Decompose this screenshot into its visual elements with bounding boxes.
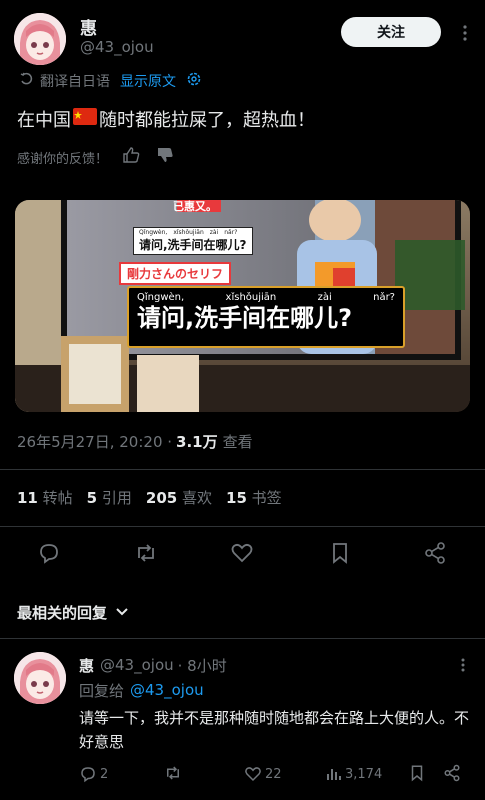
view-label: 查看 [222,432,253,451]
post-text-part2: 随时都能拉屎了，超热血！ [99,110,315,131]
post-date[interactable]: 26年5月27日, 20:20 · [17,431,172,452]
engagement-stats: 11 转帖 5 引用 205 喜欢 15 书签 [17,486,282,508]
chevron-down-icon [115,603,129,621]
feedback-label: 感谢你的反馈！ [17,151,109,167]
settings-gear-icon[interactable] [186,71,202,91]
caption-text: 请问,洗手间在哪儿? [137,304,353,332]
post-image[interactable]: 已惠又。 Qǐngwèn, xǐshǒujiān zài nǎr? 请问,洗手间… [15,200,470,412]
follow-button[interactable]: 关注 [341,17,441,47]
reply-text: 请等一下，我并不是那种随时随地都会在路上大便的人。不好意思 [79,709,470,751]
thumbs-down-icon[interactable] [156,147,174,167]
like-icon [245,767,261,782]
reply-like-count: 22 [265,766,282,782]
reply-to-prefix: 回复给 [79,681,125,700]
reply-bookmark-icon[interactable] [409,764,425,786]
pinyin-4: nǎr? [373,292,395,303]
author-name[interactable]: 惠 [80,14,97,39]
stat-bookmarks-label: 书签 [251,488,282,507]
stat-reposts-num: 11 [17,488,38,507]
translate-icon [20,72,34,90]
reply-to-line: 回复给 @43_ojou [79,680,204,700]
bookmark-icon[interactable] [330,541,350,569]
reply-avatar[interactable] [14,652,66,704]
stat-quotes-num: 5 [86,488,98,507]
stat-likes-num: 205 [145,488,178,507]
small-pinyin-2: xǐshǒujiān [173,229,204,236]
reply-author-handle[interactable]: @43_ojou [100,656,174,674]
reply-header: 惠 @43_ojou · 8小时 [79,654,227,676]
reply-action-like[interactable]: 22 [244,764,282,784]
speaker-tag: 剛力さんのセリフ [119,262,232,285]
small-caption: 请问,洗手间在哪儿? [139,238,247,252]
reply-action-reply[interactable]: 2 [79,764,108,784]
reply-sort-label: 最相关的回复 [17,603,108,622]
post-meta: 26年5月27日, 20:20 · 3.1万 查看 [17,430,253,452]
show-original-link[interactable]: 显示原文 [120,71,176,91]
reply-sort-dropdown[interactable]: 最相关的回复 [17,601,129,623]
like-icon[interactable] [230,541,254,569]
stat-bookmarks[interactable]: 15 书签 [226,487,282,508]
author-handle[interactable]: @43_ojou [80,38,154,56]
repost-icon[interactable] [133,541,159,569]
thumbs-up-icon[interactable] [122,147,140,167]
stat-likes-label: 喜欢 [182,488,213,507]
small-pinyin-3: zài [209,229,219,236]
avatar[interactable] [14,13,66,65]
stat-quotes[interactable]: 5 引用 [87,487,132,508]
divider [0,638,485,639]
divider [0,526,485,527]
small-pinyin-4: nǎr? [224,229,238,236]
reply-to-handle[interactable]: @43_ojou [130,681,204,699]
stat-bookmarks-num: 15 [226,488,247,507]
reply-view-count: 3,174 [345,766,383,782]
stat-reposts[interactable]: 11 转帖 [17,487,73,508]
pinyin-1: Qǐngwèn, [137,292,185,303]
small-caption-box: Qǐngwèn, xǐshǒujiān zài nǎr? 请问,洗手间在哪儿? [133,227,253,255]
share-icon[interactable] [423,541,447,569]
divider [0,469,485,470]
china-flag-icon [73,108,97,130]
more-options-icon[interactable] [458,24,472,42]
reply-icon [81,767,95,783]
reply-author-name[interactable]: 惠 [79,655,94,676]
reply-more-icon[interactable] [458,657,468,677]
small-pinyin-1: Qǐngwèn, [139,229,168,236]
translated-label: 翻译自日语 [40,74,110,90]
reply-share-icon[interactable] [443,764,461,786]
post-text-part1: 在中国 [17,110,71,131]
tv-banner: 已惠又。 [173,200,217,213]
reply-time[interactable]: · 8小时 [178,655,227,676]
reply-icon[interactable] [37,541,61,569]
stat-likes[interactable]: 205 喜欢 [146,487,212,508]
reply-reply-count: 2 [100,766,109,782]
reply-repost-icon[interactable] [163,764,183,786]
pinyin-3: zài [317,292,332,303]
pinyin-2: xǐshǒujiān [225,292,277,303]
reply-action-views[interactable]: 3,174 [326,764,382,784]
view-count: 3.1万 [176,432,218,451]
post-text: 在中国 随时都能拉屎了，超热血！ [17,106,315,132]
views-chart-icon [327,769,341,780]
caption-box: Qǐngwèn, xǐshǒujiān zài nǎr? 请问,洗手间在哪儿? [127,286,405,348]
stat-quotes-label: 引用 [101,488,132,507]
stat-reposts-label: 转帖 [42,488,73,507]
